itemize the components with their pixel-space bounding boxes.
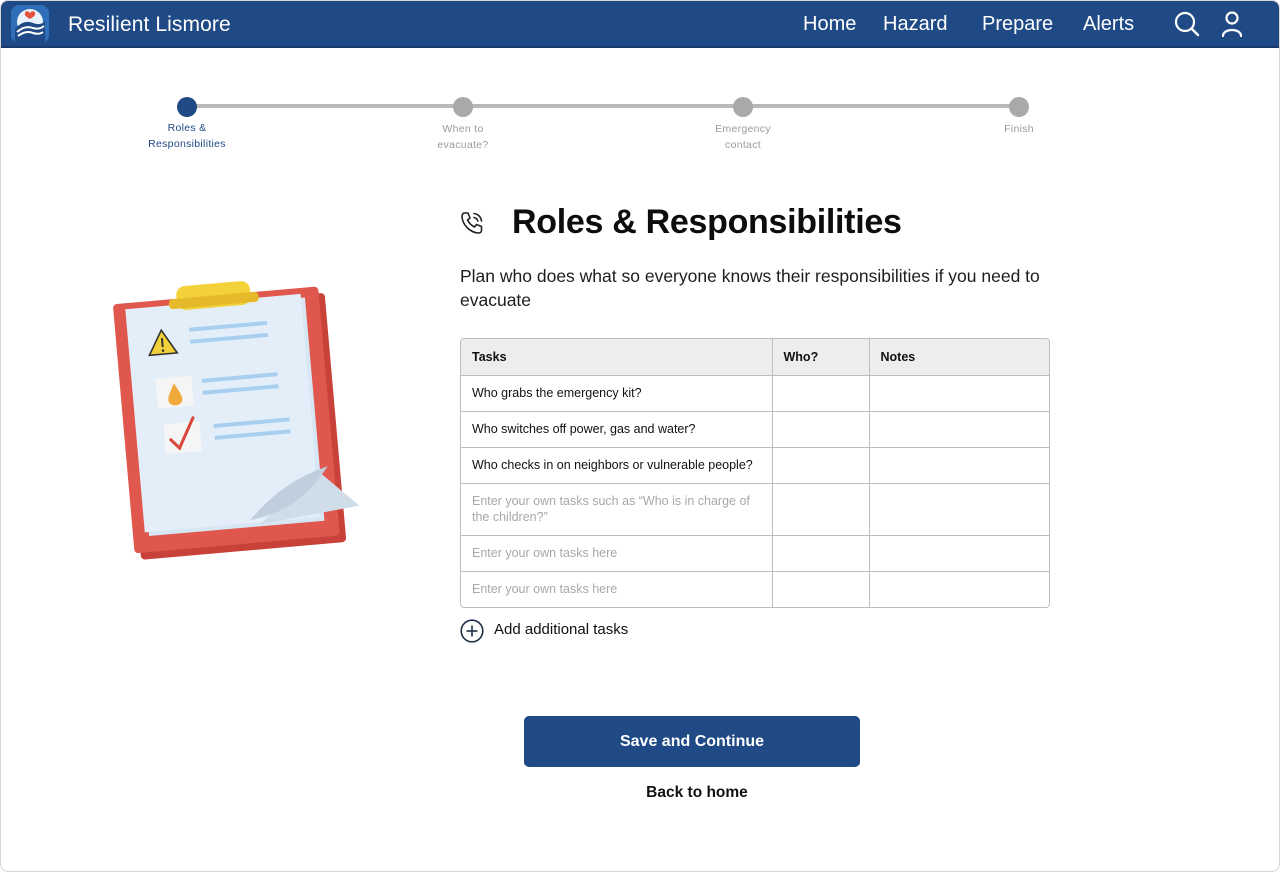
- who-cell[interactable]: [772, 411, 870, 448]
- who-cell[interactable]: [772, 535, 870, 572]
- custom-task-input[interactable]: Enter your own tasks here: [461, 571, 773, 607]
- save-and-continue-button[interactable]: Save and Continue: [524, 716, 860, 767]
- table-row-input: Enter your own tasks such as “Who is in …: [461, 483, 1049, 536]
- who-cell[interactable]: [772, 375, 870, 412]
- notes-cell[interactable]: [869, 447, 1049, 484]
- step-label-line: evacuate?: [437, 139, 489, 151]
- table-row: Who grabs the emergency kit?: [461, 375, 1049, 412]
- table-header-row: Tasks Who? Notes: [461, 339, 1049, 376]
- step-dot-emergency-contact[interactable]: [733, 97, 753, 117]
- column-header-tasks: Tasks: [461, 339, 773, 376]
- step-label-finish[interactable]: Finish: [959, 121, 1079, 137]
- app-frame: Resilient Lismore Home Hazard Prepare Al…: [0, 0, 1280, 872]
- task-cell[interactable]: Who grabs the emergency kit?: [461, 375, 773, 412]
- page-description: Plan who does what so everyone knows the…: [460, 266, 1040, 310]
- table-row: Who switches off power, gas and water?: [461, 411, 1049, 448]
- notes-cell[interactable]: [869, 375, 1049, 412]
- step-label-line: Roles &: [167, 122, 207, 134]
- step-label-roles[interactable]: Roles & Responsibilities: [127, 120, 247, 152]
- back-to-home-link[interactable]: Back to home: [597, 784, 797, 802]
- step-label-line: Finish: [1004, 123, 1034, 135]
- table-row-input: Enter your own tasks here: [461, 535, 1049, 572]
- step-label-line: contact: [725, 139, 761, 151]
- who-cell[interactable]: [772, 571, 870, 607]
- page-title: Roles & Responsibilities: [512, 203, 902, 241]
- step-label-line: Responsibilities: [148, 138, 226, 150]
- clipboard-checklist-illustration: [101, 276, 371, 561]
- notes-cell[interactable]: [869, 483, 1049, 536]
- tasks-table: Tasks Who? Notes Who grabs the emergency…: [460, 338, 1050, 608]
- step-label-line: Emergency: [715, 123, 771, 135]
- step-dot-roles[interactable]: [177, 97, 197, 117]
- column-header-who: Who?: [772, 339, 870, 376]
- progress-stepper: Roles & Responsibilities When to evacuat…: [1, 1, 1279, 161]
- stepper-track: [187, 104, 1019, 108]
- task-cell[interactable]: Who checks in on neighbors or vulnerable…: [461, 447, 773, 484]
- notes-cell[interactable]: [869, 535, 1049, 572]
- notes-cell[interactable]: [869, 411, 1049, 448]
- table-row-input: Enter your own tasks here: [461, 571, 1049, 607]
- step-label-when-to-evacuate[interactable]: When to evacuate?: [403, 121, 523, 153]
- custom-task-input[interactable]: Enter your own tasks such as “Who is in …: [461, 483, 773, 536]
- plus-circle-icon[interactable]: [460, 619, 484, 643]
- step-label-line: When to: [442, 123, 484, 135]
- who-cell[interactable]: [772, 483, 870, 536]
- step-dot-when-to-evacuate[interactable]: [453, 97, 473, 117]
- add-tasks-label[interactable]: Add additional tasks: [494, 621, 628, 638]
- task-cell[interactable]: Who switches off power, gas and water?: [461, 411, 773, 448]
- column-header-notes: Notes: [869, 339, 1049, 376]
- custom-task-input[interactable]: Enter your own tasks here: [461, 535, 773, 572]
- phone-call-icon: [458, 209, 486, 237]
- table-row: Who checks in on neighbors or vulnerable…: [461, 447, 1049, 484]
- step-dot-finish[interactable]: [1009, 97, 1029, 117]
- who-cell[interactable]: [772, 447, 870, 484]
- step-label-emergency-contact[interactable]: Emergency contact: [683, 121, 803, 153]
- notes-cell[interactable]: [869, 571, 1049, 607]
